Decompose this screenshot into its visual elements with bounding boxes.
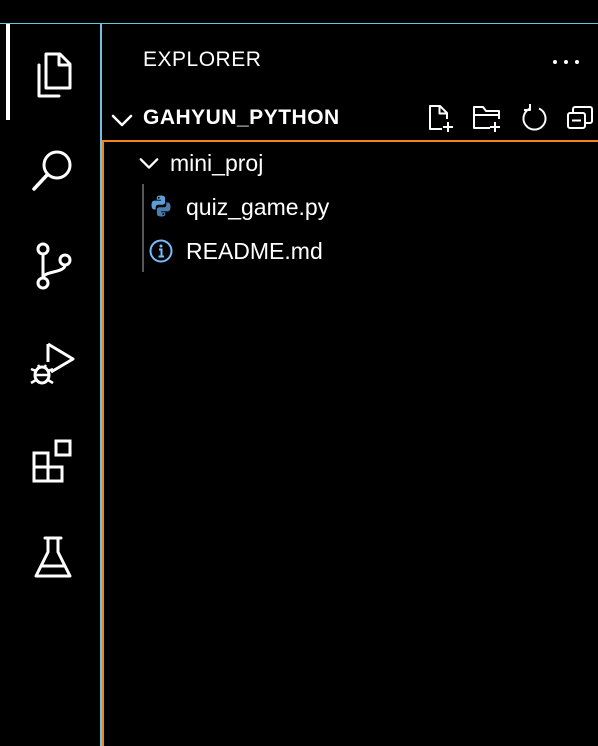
source-control-icon xyxy=(36,242,72,290)
vscode-window: EXPLORER GAHYUN_PYTHON mini_proj quiz_ga… xyxy=(0,0,598,746)
explorer-title: EXPLORER xyxy=(143,48,262,71)
tree-item-label: README.md xyxy=(186,238,323,264)
activity-explorer[interactable] xyxy=(20,42,86,108)
info-icon xyxy=(149,239,173,263)
testing-flask-icon xyxy=(34,536,72,578)
sidebar-active-border xyxy=(102,140,104,746)
search-icon xyxy=(32,150,72,191)
activity-run-debug[interactable] xyxy=(20,330,86,396)
workspace-folder-header[interactable]: GAHYUN_PYTHON xyxy=(102,98,598,142)
tree-file-quiz-game[interactable]: quiz_game.py xyxy=(102,186,598,228)
activity-search[interactable] xyxy=(20,137,86,203)
new-file-icon xyxy=(429,105,453,132)
run-debug-icon xyxy=(30,342,75,385)
tree-item-label: mini_proj xyxy=(170,150,264,176)
activity-testing[interactable] xyxy=(20,524,86,590)
collapse-all-icon xyxy=(567,106,593,129)
collapse-all-button[interactable] xyxy=(563,100,598,136)
new-file-button[interactable] xyxy=(422,100,458,136)
chevron-down-icon xyxy=(139,158,159,169)
python-icon xyxy=(151,195,171,217)
activity-extensions[interactable] xyxy=(20,427,86,493)
more-actions-button[interactable] xyxy=(548,44,584,80)
tree-folder-mini-proj[interactable]: mini_proj xyxy=(102,142,598,184)
workspace-folder-name: GAHYUN_PYTHON xyxy=(143,106,340,129)
tree-item-label: quiz_game.py xyxy=(186,194,330,220)
explorer-sidebar: EXPLORER GAHYUN_PYTHON mini_proj quiz_ga… xyxy=(102,24,598,746)
tree-file-readme[interactable]: README.md xyxy=(102,230,598,272)
ellipsis-icon xyxy=(553,60,579,64)
files-icon xyxy=(37,52,72,98)
new-folder-icon xyxy=(473,106,500,132)
active-view-indicator xyxy=(6,24,10,120)
extensions-icon xyxy=(32,439,72,483)
new-folder-button[interactable] xyxy=(469,100,505,136)
refresh-button[interactable] xyxy=(516,100,552,136)
activity-source-control[interactable] xyxy=(20,232,86,298)
refresh-icon xyxy=(522,104,547,131)
chevron-down-icon xyxy=(111,114,133,127)
